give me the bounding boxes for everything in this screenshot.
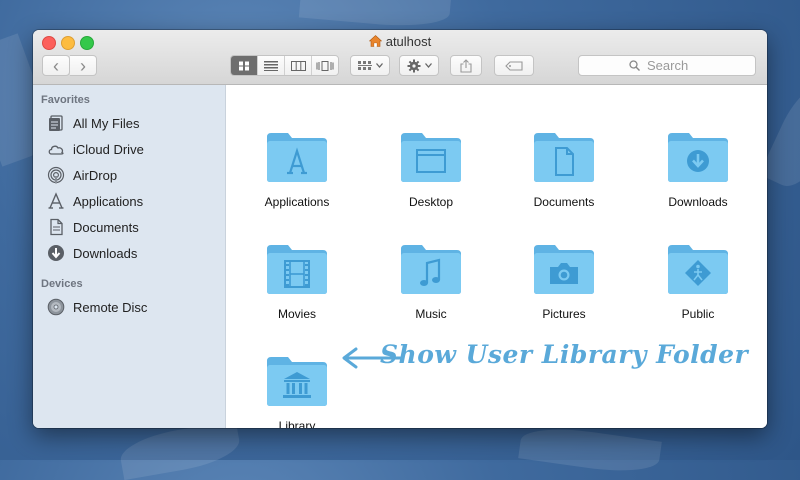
folder-pictures[interactable]: Pictures (499, 243, 629, 321)
sidebar-item-icloud-drive[interactable]: iCloud Drive (47, 138, 144, 160)
public-folder-icon (668, 245, 728, 294)
downloads-folder-icon (668, 133, 728, 182)
sidebar-item-applications[interactable]: Applications (47, 190, 143, 212)
cover-flow-icon (316, 60, 334, 71)
airdrop-icon (47, 166, 65, 184)
sidebar-item-label: Downloads (73, 245, 138, 261)
forward-button[interactable]: › (70, 55, 97, 76)
sidebar-item-label: AirDrop (73, 167, 118, 183)
folder-label: Library (278, 419, 316, 428)
arrange-grid-icon (357, 60, 372, 70)
sidebar-item-label: iCloud Drive (73, 141, 144, 157)
icon-view-button[interactable] (231, 56, 257, 75)
sidebar-item-label: Documents (73, 219, 139, 235)
tag-icon (505, 60, 523, 71)
arrange-button[interactable] (350, 55, 390, 76)
gear-icon (407, 59, 420, 72)
column-view-button[interactable] (284, 56, 311, 75)
annotation-text: Show User Library Folder (380, 340, 749, 369)
sidebar-item-label: Remote Disc (73, 299, 148, 315)
desktop-folder-icon (401, 133, 461, 182)
folder-movies[interactable]: Movies (232, 243, 362, 321)
sidebar-item-remote-disc[interactable]: Remote Disc (47, 296, 147, 318)
sidebar-item-documents[interactable]: Documents (47, 216, 139, 238)
documents-folder-icon (534, 133, 594, 182)
background-leaf (298, 0, 452, 31)
share-icon (460, 58, 472, 73)
column-view-icon (290, 60, 306, 71)
search-input[interactable] (645, 57, 705, 74)
chevron-right-icon: › (80, 55, 86, 76)
folder-label: Pictures (542, 307, 586, 321)
home-icon (368, 35, 382, 50)
cloud-icon (48, 145, 64, 155)
movies-folder-icon (267, 245, 327, 294)
sidebar-item-all-my-files[interactable]: All My Files (47, 112, 139, 134)
chevron-left-icon: ‹ (53, 55, 59, 76)
background-leaf (518, 422, 662, 478)
tags-button[interactable] (494, 55, 534, 76)
folder-label: Applications (264, 195, 330, 209)
documents-icon (50, 218, 63, 236)
folder-label: Movies (277, 307, 316, 321)
search-field[interactable] (578, 55, 756, 76)
icon-view-icon (239, 61, 249, 70)
sidebar-item-airdrop[interactable]: AirDrop (47, 164, 117, 186)
cover-flow-view-button[interactable] (311, 56, 338, 75)
window-title: atulhost (33, 34, 767, 50)
pictures-folder-icon (534, 245, 594, 294)
folder-public[interactable]: Public (633, 243, 763, 321)
sidebar-item-downloads[interactable]: Downloads (47, 242, 137, 264)
background-leaf (117, 419, 243, 480)
all-files-icon (49, 115, 63, 131)
sidebar-item-label: Applications (73, 193, 144, 209)
music-folder-icon (401, 245, 461, 294)
folder-documents[interactable]: Documents (499, 131, 629, 209)
sidebar: Favorites All My Files iCloud Drive AirD… (33, 85, 226, 428)
sidebar-section-favorites: Favorites (41, 94, 90, 106)
library-folder-icon (267, 357, 327, 406)
title-bar: atulhost ‹ › (33, 30, 767, 85)
folder-label: Public (681, 307, 715, 321)
folder-music[interactable]: Music (366, 243, 496, 321)
applications-folder-icon (267, 133, 327, 182)
applications-icon (48, 192, 64, 209)
folder-applications[interactable]: Applications (232, 131, 362, 209)
folder-downloads[interactable]: Downloads (633, 131, 763, 209)
list-view-icon (264, 60, 278, 71)
back-button[interactable]: ‹ (42, 55, 70, 76)
search-icon (629, 60, 640, 71)
sidebar-item-label: All My Files (73, 115, 140, 131)
folder-label: Desktop (408, 195, 454, 209)
folder-grid: Applications Desktop Documents Downloads… (226, 85, 767, 428)
share-button[interactable] (450, 55, 482, 76)
window-title-text: atulhost (385, 34, 432, 49)
folder-desktop[interactable]: Desktop (366, 131, 496, 209)
view-mode-control (230, 55, 339, 76)
folder-label: Downloads (668, 195, 728, 209)
disc-icon (47, 298, 65, 316)
folder-label: Documents (533, 195, 595, 209)
action-button[interactable] (399, 55, 439, 76)
chevron-down-icon (424, 63, 432, 68)
sidebar-section-devices: Devices (41, 278, 83, 290)
chevron-down-icon (375, 63, 383, 68)
downloads-icon (48, 245, 64, 261)
folder-label: Music (415, 307, 447, 321)
list-view-button[interactable] (257, 56, 284, 75)
